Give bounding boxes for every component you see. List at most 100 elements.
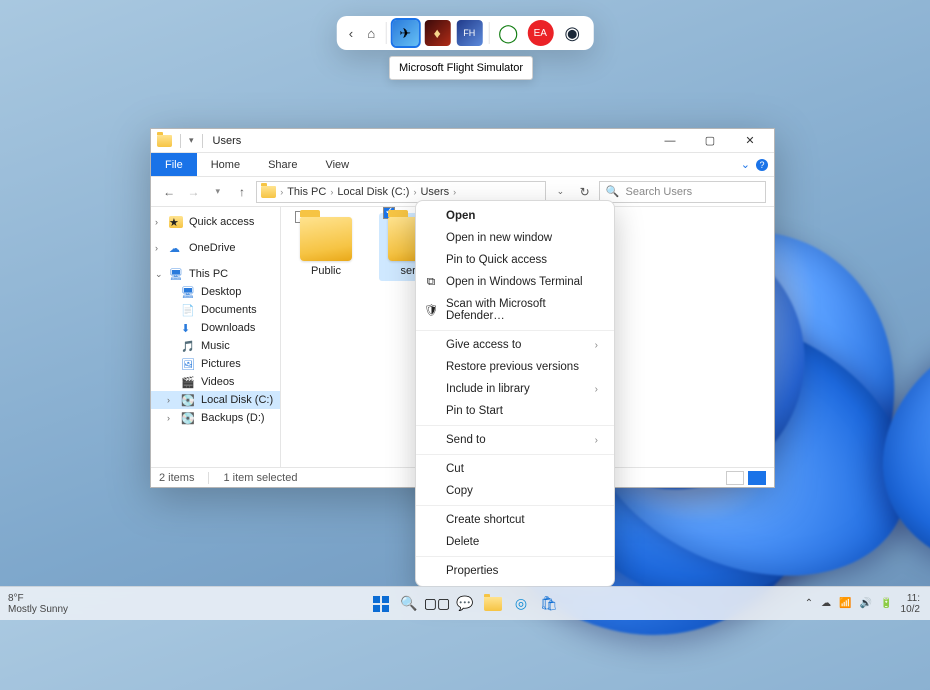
- context-menu-item[interactable]: Properties: [416, 560, 614, 582]
- crumb-local-disk[interactable]: Local Disk (C:): [337, 186, 409, 198]
- quick-access-down-icon[interactable]: ▾: [189, 135, 194, 146]
- start-button[interactable]: [370, 593, 392, 615]
- context-menu-item[interactable]: Cut: [416, 458, 614, 480]
- context-menu-label: Send to: [446, 434, 486, 446]
- context-menu-item[interactable]: Copy: [416, 480, 614, 502]
- context-menu-item[interactable]: Send to ›: [416, 429, 614, 451]
- search-icon: 🔍: [606, 185, 620, 198]
- context-menu-label: Cut: [446, 463, 464, 475]
- help-icon[interactable]: ?: [756, 159, 768, 171]
- tray-expand-icon[interactable]: ⌃: [805, 598, 813, 609]
- context-menu-item[interactable]: Open in new window: [416, 227, 614, 249]
- search-button[interactable]: 🔍: [398, 593, 420, 615]
- context-menu-label: Include in library: [446, 383, 530, 395]
- sidebar-quick-access[interactable]: ›★Quick access: [151, 213, 280, 231]
- dock-tile-forza[interactable]: FH: [456, 20, 482, 46]
- status-item-count: 2 items: [159, 472, 194, 484]
- sidebar-videos[interactable]: 🎬Videos: [151, 373, 280, 391]
- sidebar-backups-d[interactable]: ›💽Backups (D:): [151, 409, 280, 427]
- search-placeholder: Search Users: [626, 186, 693, 198]
- sidebar-documents[interactable]: 📄Documents: [151, 301, 280, 319]
- context-menu-item[interactable]: Give access to ›: [416, 334, 614, 356]
- nav-forward-button[interactable]: →: [183, 181, 203, 203]
- context-menu-item[interactable]: Pin to Quick access: [416, 249, 614, 271]
- search-field[interactable]: 🔍 Search Users: [599, 181, 766, 203]
- dock-back-button[interactable]: ‹: [345, 22, 357, 45]
- volume-icon[interactable]: 🔊: [860, 598, 872, 609]
- view-large-icons-button[interactable]: [748, 471, 766, 485]
- context-menu-item[interactable]: Create shortcut: [416, 509, 614, 531]
- dock-tile-xbox[interactable]: ◯: [495, 20, 521, 46]
- context-menu-item[interactable]: ⧉ Open in Windows Terminal: [416, 271, 614, 293]
- sidebar-pictures[interactable]: 🖼Pictures: [151, 355, 280, 373]
- weather-desc: Mostly Sunny: [8, 604, 68, 615]
- dock-home-button[interactable]: ⌂: [363, 22, 379, 45]
- sidebar: ›★Quick access ›☁OneDrive ⌄🖥This PC 🖥Des…: [151, 207, 281, 467]
- chevron-right-icon: ›: [595, 435, 598, 446]
- sidebar-music[interactable]: 🎵Music: [151, 337, 280, 355]
- ribbon-tab-share[interactable]: Share: [254, 153, 311, 176]
- game-dock: ‹ ⌂ ✈ ♦ FH ◯ EA ◉: [337, 16, 594, 50]
- close-button[interactable]: ✕: [730, 129, 770, 153]
- sidebar-onedrive[interactable]: ›☁OneDrive: [151, 239, 280, 257]
- sidebar-desktop[interactable]: 🖥Desktop: [151, 283, 280, 301]
- folder-icon: [261, 186, 276, 198]
- context-menu-label: Copy: [446, 485, 473, 497]
- ribbon-file-button[interactable]: File: [151, 153, 197, 176]
- dock-tooltip: Microsoft Flight Simulator: [389, 56, 533, 80]
- weather-temp: 8°F: [8, 593, 68, 604]
- chevron-right-icon: ›: [595, 340, 598, 351]
- ribbon: File Home Share View ⌄ ?: [151, 153, 774, 177]
- context-menu-label: Give access to: [446, 339, 521, 351]
- ribbon-tab-home[interactable]: Home: [197, 153, 254, 176]
- context-menu-item[interactable]: Include in library›: [416, 378, 614, 400]
- dock-tile-flight-sim[interactable]: ✈: [392, 20, 418, 46]
- dock-tile-diablo[interactable]: ♦: [424, 20, 450, 46]
- status-selection: 1 item selected: [223, 472, 297, 484]
- chat-button[interactable]: 💬: [454, 593, 476, 615]
- ribbon-expand-icon[interactable]: ⌄: [741, 158, 750, 171]
- context-menu-label: Scan with Microsoft Defender…: [446, 298, 598, 322]
- taskbar: 8°F Mostly Sunny 🔍 ▢▢ 💬 ◎ 🛍 ⌃ ☁ 📶 🔊 🔋 11…: [0, 586, 930, 620]
- taskbar-weather[interactable]: 8°F Mostly Sunny: [0, 593, 68, 615]
- context-menu-item[interactable]: Restore previous versions: [416, 356, 614, 378]
- context-menu-item[interactable]: 🛡 Scan with Microsoft Defender…: [416, 293, 614, 327]
- crumb-this-pc[interactable]: This PC: [287, 186, 326, 198]
- context-menu-item[interactable]: Delete: [416, 531, 614, 553]
- nav-recent-button[interactable]: ▾: [208, 181, 228, 203]
- sidebar-local-disk-c[interactable]: ›💽Local Disk (C:): [151, 391, 280, 409]
- context-menu-label: Restore previous versions: [446, 361, 579, 373]
- battery-icon[interactable]: 🔋: [880, 598, 892, 609]
- wifi-icon[interactable]: 📶: [839, 598, 851, 609]
- context-menu-item[interactable]: Open: [416, 205, 614, 227]
- folder-public[interactable]: Public: [291, 217, 361, 277]
- terminal-icon: ⧉: [424, 276, 438, 289]
- dock-tile-steam[interactable]: ◉: [559, 20, 585, 46]
- sidebar-this-pc[interactable]: ⌄🖥This PC: [151, 265, 280, 283]
- folder-icon: [157, 135, 172, 147]
- explorer-button[interactable]: [482, 593, 504, 615]
- context-menu-label: Open in new window: [446, 232, 552, 244]
- nav-up-button[interactable]: ↑: [232, 181, 252, 203]
- edge-button[interactable]: ◎: [510, 593, 532, 615]
- nav-back-button[interactable]: ←: [159, 181, 179, 203]
- system-tray[interactable]: ⌃ ☁ 📶 🔊 🔋 11: 10/2: [805, 593, 930, 615]
- folder-icon: [300, 217, 352, 261]
- view-details-button[interactable]: [726, 471, 744, 485]
- ribbon-tab-view[interactable]: View: [311, 153, 363, 176]
- dock-tile-ea[interactable]: EA: [527, 20, 553, 46]
- context-menu-label: Delete: [446, 536, 479, 548]
- context-menu: Open Open in new window Pin to Quick acces…: [415, 200, 615, 587]
- sidebar-downloads[interactable]: ⬇Downloads: [151, 319, 280, 337]
- crumb-users[interactable]: Users: [420, 186, 449, 198]
- clock-date: 10/2: [901, 604, 920, 615]
- context-menu-label: Pin to Start: [446, 405, 503, 417]
- shield-icon: 🛡: [424, 303, 438, 317]
- minimize-button[interactable]: —: [650, 129, 690, 153]
- task-view-button[interactable]: ▢▢: [426, 593, 448, 615]
- store-button[interactable]: 🛍: [538, 593, 560, 615]
- onedrive-icon[interactable]: ☁: [821, 598, 831, 609]
- context-menu-item[interactable]: Pin to Start: [416, 400, 614, 422]
- maximize-button[interactable]: ▢: [690, 129, 730, 153]
- context-menu-label: Open in Windows Terminal: [446, 276, 583, 288]
